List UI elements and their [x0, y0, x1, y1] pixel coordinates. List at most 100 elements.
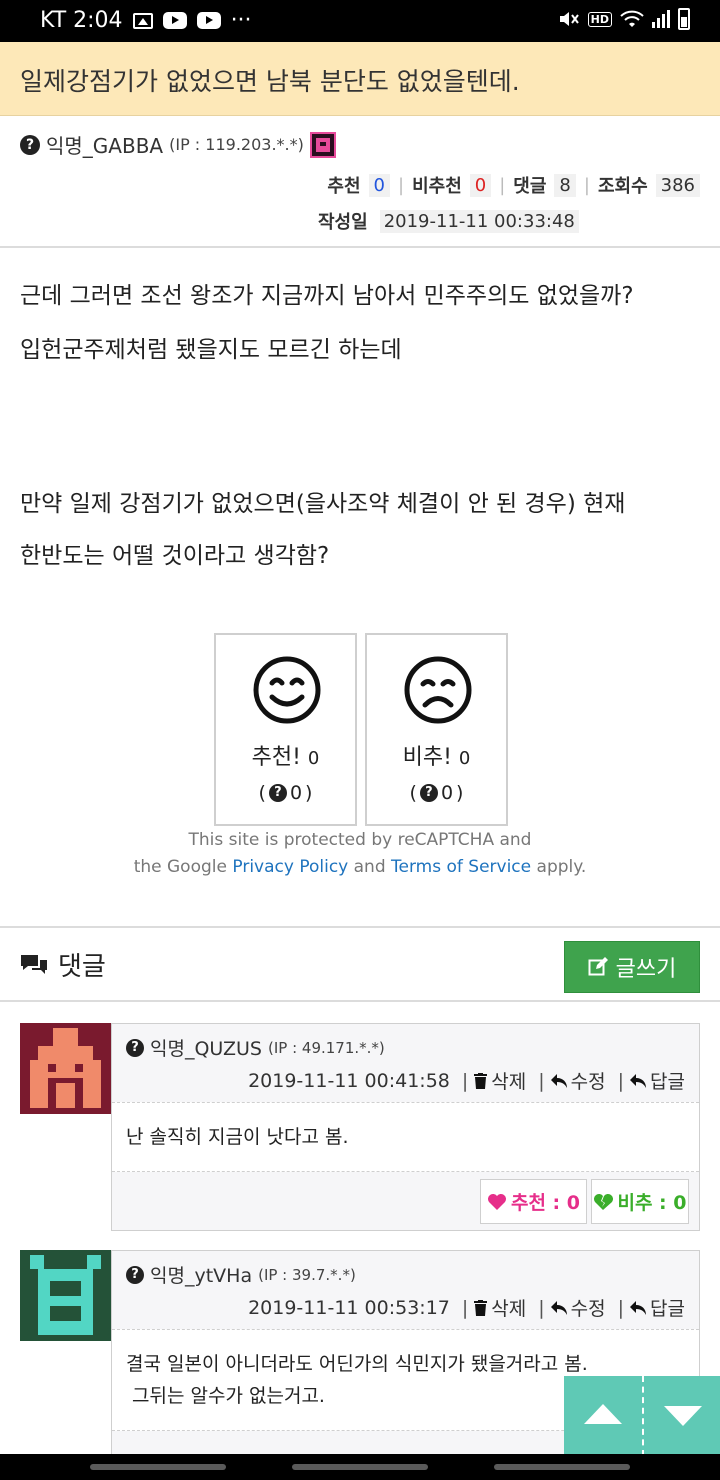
comment-edit-button[interactable]: 수정	[550, 1294, 606, 1321]
post-title-bar: 일제강점기가 없었으면 남북 분단도 없었을텐데.	[0, 42, 720, 116]
comment-ip: (IP : 49.171.*.*)	[267, 1038, 385, 1057]
nav-home-button[interactable]	[292, 1464, 428, 1470]
paren: )	[305, 782, 313, 804]
vote-area: 추천! 0 (? 0) 비추! 0 (? 0)	[214, 633, 508, 826]
paren: (	[409, 782, 417, 804]
status-right: HD	[558, 8, 690, 30]
comment-edit-button[interactable]: 수정	[550, 1067, 606, 1094]
not-recommend-vote-text: 비추!	[402, 745, 452, 770]
signal-icon	[652, 10, 670, 28]
divider: |	[461, 1296, 469, 1319]
post-date-line: 작성일 2019-11-11 00:33:48	[318, 208, 579, 234]
paren: )	[456, 782, 464, 804]
smile-face-icon	[253, 656, 321, 724]
carrier-time: KT 2:04	[40, 8, 123, 33]
comment-head: ? 익명_ytVHa (IP : 39.7.*.*) 2019-11-11 00…	[112, 1251, 699, 1329]
mute-icon	[559, 12, 579, 26]
recommend-vote-label: 추천! 0	[216, 739, 355, 771]
divider: |	[617, 1069, 625, 1092]
not-recommend-vote-count: 0	[458, 748, 471, 769]
comment-reply-label: 답글	[650, 1298, 685, 1320]
comment-recommend-button[interactable]: 추천 : 0	[480, 1179, 587, 1224]
reply-icon	[630, 1073, 647, 1088]
not-recommend-label: 비추천	[412, 176, 462, 197]
hd-icon: HD	[587, 11, 612, 27]
post-title: 일제강점기가 없었으면 남북 분단도 없었을텐데.	[20, 67, 520, 96]
comment-reply-button[interactable]: 답글	[630, 1067, 685, 1094]
comment-delete-button[interactable]: 삭제	[474, 1067, 526, 1094]
system-nav-bar	[0, 1454, 720, 1480]
comment-delete-label: 삭제	[491, 1298, 527, 1320]
question-icon: ?	[268, 784, 287, 802]
comment-date: 2019-11-11 00:41:58	[248, 1069, 450, 1092]
scroll-top-button[interactable]	[564, 1376, 642, 1456]
comment-meta: 2019-11-11 00:41:58 | 삭제 | 수정 | 답글	[248, 1067, 685, 1094]
broken-heart-icon	[594, 1193, 614, 1210]
date-label: 작성일	[318, 212, 368, 233]
youtube-icon	[196, 12, 221, 29]
not-recommend-vote-label: 비추! 0	[367, 739, 506, 771]
divider: |	[538, 1069, 545, 1092]
youtube-icon	[162, 12, 187, 29]
comment-edit-label: 수정	[570, 1071, 606, 1093]
not-recommend-anon-value: 0	[440, 782, 454, 804]
recaptcha-notice-line1: This site is protected by reCAPTCHA and	[188, 830, 532, 850]
comment-delete-label: 삭제	[491, 1071, 527, 1093]
nav-recents-button[interactable]	[90, 1464, 226, 1470]
comment-date: 2019-11-11 00:53:17	[248, 1296, 450, 1319]
not-recommend-vote-button[interactable]: 비추! 0 (? 0)	[365, 633, 508, 826]
recaptcha-suffix: apply.	[536, 857, 587, 877]
recaptcha-notice-line2: the Google Privacy Policy and Terms of S…	[0, 857, 720, 877]
not-recommend-anon-count: (? 0)	[367, 782, 506, 804]
comment-footer: 추천 : 0 비추 : 0	[112, 1172, 699, 1230]
edit-icon	[588, 957, 608, 976]
comment-avatar	[20, 1250, 111, 1341]
views-count: 386	[655, 173, 700, 197]
author-avatar	[309, 131, 336, 158]
trash-icon	[474, 1072, 488, 1089]
post-author[interactable]: 익명_GABBA	[46, 130, 163, 159]
comments-title: 댓글	[20, 946, 106, 983]
recommend-anon-count: (? 0)	[216, 782, 355, 804]
reply-icon	[550, 1073, 567, 1088]
paren: (	[258, 782, 266, 804]
comment-text: 난 솔직히 지금이 낫다고 봄.	[126, 1126, 349, 1148]
heart-icon	[487, 1193, 506, 1210]
comment-ip: (IP : 39.7.*.*)	[258, 1265, 356, 1284]
recommend-vote-count: 0	[307, 748, 320, 769]
nav-back-button[interactable]	[494, 1464, 630, 1470]
comment-not-recommend-button[interactable]: 비추 : 0	[591, 1179, 689, 1224]
divider: |	[538, 1296, 545, 1319]
comments-count: 8	[554, 173, 576, 197]
recommend-vote-text: 추천!	[251, 745, 301, 770]
question-icon: ?	[419, 784, 438, 802]
scroll-bottom-button[interactable]	[642, 1376, 720, 1456]
comment-author[interactable]: 익명_QUZUS	[150, 1034, 262, 1061]
arrow-down-icon	[664, 1406, 702, 1426]
divider: |	[398, 174, 405, 196]
comment-reply-button[interactable]: 답글	[630, 1294, 685, 1321]
comment-reply-label: 답글	[650, 1071, 685, 1093]
comment-author[interactable]: 익명_ytVHa	[150, 1261, 252, 1288]
privacy-policy-link[interactable]: Privacy Policy	[232, 857, 348, 877]
post-paragraph: 입헌군주제처럼 됐을지도 모르긴 하는데	[20, 337, 402, 363]
recommend-anon-value: 0	[289, 782, 303, 804]
recommend-vote-button[interactable]: 추천! 0 (? 0)	[214, 633, 357, 826]
post-meta: ? 익명_GABBA (IP : 119.203.*.*) 추천 0 | 비추천…	[0, 116, 720, 248]
comment-card: ? 익명_QUZUS (IP : 49.171.*.*) 2019-11-11 …	[111, 1023, 700, 1231]
comment-delete-button[interactable]: 삭제	[474, 1294, 526, 1321]
reply-icon	[550, 1300, 567, 1315]
status-bar: KT 2:04 ··· HD	[0, 0, 720, 42]
recaptcha-prefix: the Google	[133, 857, 227, 877]
terms-of-service-link[interactable]: Terms of Service	[391, 857, 531, 877]
divider: |	[583, 174, 590, 196]
write-comment-button[interactable]: 글쓰기	[564, 941, 700, 993]
arrow-up-icon	[584, 1404, 622, 1424]
comment-not-recommend-label: 비추 : 0	[617, 1192, 687, 1214]
comment-avatar	[20, 1023, 111, 1114]
not-recommend-count: 0	[469, 173, 492, 197]
speech-bubbles-icon	[21, 954, 47, 974]
post-paragraph: 근데 그러면 조선 왕조가 지금까지 남아서 민주주의도 없었을까?	[20, 283, 634, 309]
post-stats: 추천 0 | 비추천 0 | 댓글 8 | 조회수 386	[327, 172, 700, 198]
recaptcha-and: and	[353, 857, 386, 877]
